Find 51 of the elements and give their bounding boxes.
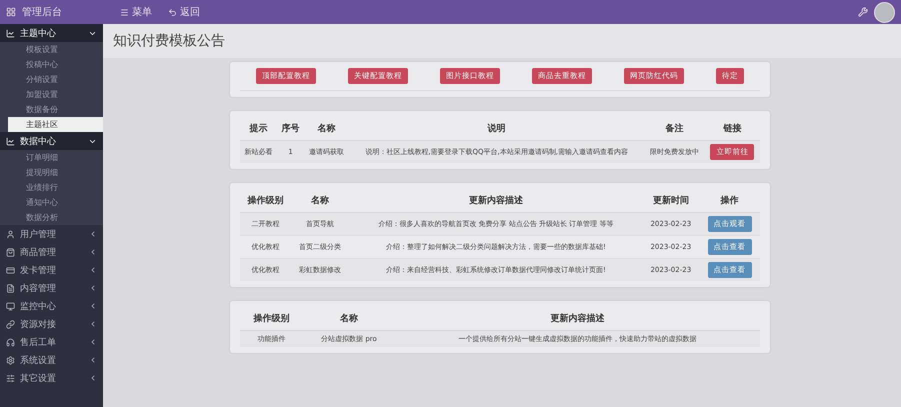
settings-icon [6, 356, 15, 364]
app-title: 管理后台 [22, 6, 63, 19]
sidebar-item[interactable]: 模板设置 [8, 42, 103, 57]
chevron-left-icon [89, 302, 97, 310]
wrench-icon[interactable] [858, 7, 868, 17]
chevron-left-icon [89, 338, 97, 346]
sidebar-item[interactable]: 分销设置 [8, 72, 103, 87]
sidebar-group[interactable]: 内容管理 [0, 279, 103, 297]
sidebar-item[interactable]: 订单明细 [8, 150, 103, 165]
sidebar-group[interactable]: 用户管理 [0, 225, 103, 243]
sidebar-group[interactable]: 售后工单 [0, 333, 103, 351]
sidebar-item[interactable]: 数据分析 [8, 210, 103, 225]
menu-link[interactable]: 菜单 [120, 5, 152, 19]
sidebar-item[interactable]: 投稿中心 [8, 57, 103, 72]
user-icon [6, 230, 15, 238]
sidebar-group[interactable]: 资源对接 [0, 315, 103, 333]
menu-icon [120, 8, 129, 16]
logo-icon [6, 7, 16, 17]
sidebar-group[interactable]: 监控中心 [0, 297, 103, 315]
sidebar-group[interactable]: 数据中心 [0, 132, 103, 150]
sidebar-group[interactable]: 商品管理 [0, 243, 103, 261]
chevron-left-icon [89, 230, 97, 238]
chevron-left-icon [89, 284, 97, 292]
sidebar-item[interactable]: 通知中心 [8, 195, 103, 210]
sidebar-item[interactable]: 加盟设置 [8, 87, 103, 102]
document-icon [6, 284, 15, 292]
headphones-icon [6, 338, 15, 346]
sidebar-item[interactable]: 业绩排行 [8, 180, 103, 195]
back-link[interactable]: 返回 [168, 5, 200, 19]
sidebar-item[interactable]: 提现明细 [8, 165, 103, 180]
sidebar-group[interactable]: 主题中心 [0, 24, 103, 42]
sliders-icon [6, 374, 15, 382]
return-arrow-icon [168, 8, 177, 16]
sidebar-group[interactable]: 其它设置 [0, 369, 103, 387]
chevron-left-icon [89, 248, 97, 256]
line-chart-icon [6, 136, 15, 146]
avatar[interactable] [874, 2, 895, 22]
card-icon [6, 266, 15, 274]
bag-icon [6, 248, 15, 256]
chevron-left-icon [89, 320, 97, 328]
link-icon [6, 320, 15, 328]
chevron-left-icon [89, 356, 97, 364]
sidebar-group[interactable]: 系统设置 [0, 351, 103, 369]
line-chart-icon [6, 28, 15, 38]
chevron-left-icon [89, 374, 97, 382]
sidebar-group[interactable]: 发卡管理 [0, 261, 103, 279]
chevron-left-icon [89, 266, 97, 274]
page-title: 知识付费模板公告 [103, 24, 901, 58]
sidebar-item[interactable]: 主题社区 [8, 117, 103, 132]
monitor-icon [6, 302, 15, 310]
sidebar-item[interactable]: 数据备份 [8, 102, 103, 117]
